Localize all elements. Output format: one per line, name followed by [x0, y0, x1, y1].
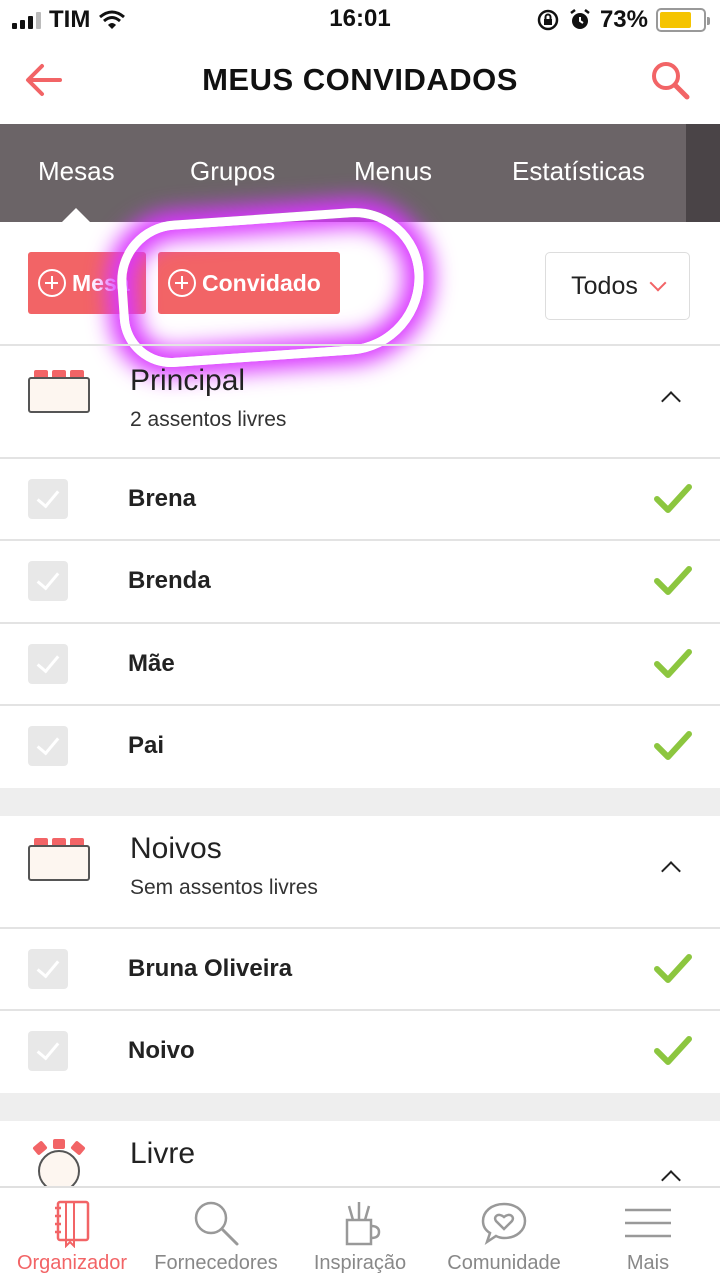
guest-name: Brenda: [128, 567, 211, 594]
nav-organizador[interactable]: Organizador: [0, 1188, 144, 1280]
confirmed-check-icon: [654, 1036, 692, 1065]
nav-label: Comunidade: [447, 1252, 561, 1274]
chevron-up-icon[interactable]: [661, 391, 681, 411]
nav-label: Inspiração: [313, 1252, 407, 1274]
group-subtitle: 2 assentos livres: [130, 408, 287, 431]
chevron-down-icon: [649, 274, 667, 292]
guest-row[interactable]: Pai: [0, 706, 720, 788]
confirmed-check-icon: [654, 566, 692, 595]
guest-name: Pai: [128, 732, 165, 759]
confirmed-check-icon: [654, 649, 692, 678]
tab-estatisticas[interactable]: Estatísticas: [512, 156, 645, 187]
nav-label: Mais: [626, 1252, 670, 1274]
search-icon[interactable]: [648, 58, 692, 102]
heart-bubble-icon: [481, 1202, 527, 1246]
add-table-button[interactable]: Mesa: [28, 252, 146, 314]
table-icon: [28, 838, 90, 881]
guest-checkbox[interactable]: [28, 644, 68, 684]
confirmed-check-icon: [654, 731, 692, 760]
nav-mais[interactable]: Mais: [576, 1188, 720, 1280]
plus-circle-icon: [38, 269, 66, 297]
group-header-principal[interactable]: Principal 2 assentos livres: [0, 346, 720, 458]
add-guest-button[interactable]: Convidado: [158, 252, 340, 314]
nav-comunidade[interactable]: Comunidade: [432, 1188, 576, 1280]
table-icon: [28, 370, 90, 413]
battery-percent: 73%: [599, 6, 648, 33]
page-title: MEUS CONVIDADOS: [202, 62, 518, 97]
rotation-lock-icon: [537, 9, 559, 31]
nav-fornecedores[interactable]: Fornecedores: [144, 1188, 288, 1280]
group-title: Livre: [130, 1137, 196, 1170]
group-title: Noivos: [130, 832, 222, 865]
search-icon: [194, 1201, 239, 1246]
active-tab-indicator: [62, 208, 90, 222]
notebook-icon: [55, 1200, 90, 1248]
guest-row[interactable]: Bruna Oliveira: [0, 929, 720, 1011]
guest-checkbox[interactable]: [28, 949, 68, 989]
tab-menus[interactable]: Menus: [354, 156, 432, 187]
tab-bar: Mesas Grupos Menus Estatísticas: [0, 124, 720, 222]
chevron-up-icon[interactable]: [661, 861, 681, 881]
add-guest-label: Convidado: [202, 269, 321, 296]
app-header: MEUS CONVIDADOS: [0, 40, 720, 124]
add-table-label: Mesa: [72, 269, 130, 296]
guest-name: Brena: [128, 485, 197, 512]
group-subtitle: Sem assentos livres: [130, 876, 318, 899]
nav-inspiracao[interactable]: Inspiração: [288, 1188, 432, 1280]
alarm-icon: [570, 9, 590, 29]
guest-name: Noivo: [128, 1037, 195, 1064]
filter-dropdown[interactable]: Todos: [545, 252, 690, 320]
filter-value: Todos: [571, 271, 638, 300]
nav-label: Organizador: [16, 1252, 128, 1274]
guest-row[interactable]: Brenda: [0, 541, 720, 623]
bottom-navigation: Organizador Fornecedores Inspiração Comu…: [0, 1186, 720, 1280]
chevron-up-icon[interactable]: [661, 1170, 681, 1186]
action-row: Mesa Convidado Todos: [0, 222, 720, 346]
plus-circle-icon: [168, 269, 196, 297]
battery-icon: [656, 8, 710, 32]
group-title: Principal: [130, 364, 246, 397]
tab-mesas[interactable]: Mesas: [38, 156, 115, 187]
group-header-livre[interactable]: Livre: [0, 1121, 720, 1186]
guest-checkbox[interactable]: [28, 726, 68, 766]
guest-checkbox[interactable]: [28, 1031, 68, 1071]
status-bar: TIM 16:01 73%: [0, 0, 720, 40]
guest-checkbox[interactable]: [28, 561, 68, 601]
guest-name: Bruna Oliveira: [128, 955, 293, 982]
guest-name: Mãe: [128, 650, 175, 677]
section-gap: [0, 1093, 720, 1121]
guest-row[interactable]: Mãe: [0, 624, 720, 706]
menu-icon: [625, 1208, 671, 1238]
confirmed-check-icon: [654, 484, 692, 513]
guest-row[interactable]: Brena: [0, 459, 720, 541]
round-table-icon: [33, 1139, 85, 1186]
pencil-cup-icon: [345, 1202, 381, 1246]
guest-checkbox[interactable]: [28, 479, 68, 519]
section-gap: [0, 788, 720, 816]
nav-label: Fornecedores: [154, 1252, 278, 1274]
tabs-scroll-edge: [686, 124, 720, 222]
tab-grupos[interactable]: Grupos: [190, 156, 275, 187]
guest-row[interactable]: Noivo: [0, 1011, 720, 1093]
confirmed-check-icon: [654, 954, 692, 983]
group-header-noivos[interactable]: Noivos Sem assentos livres: [0, 816, 720, 928]
